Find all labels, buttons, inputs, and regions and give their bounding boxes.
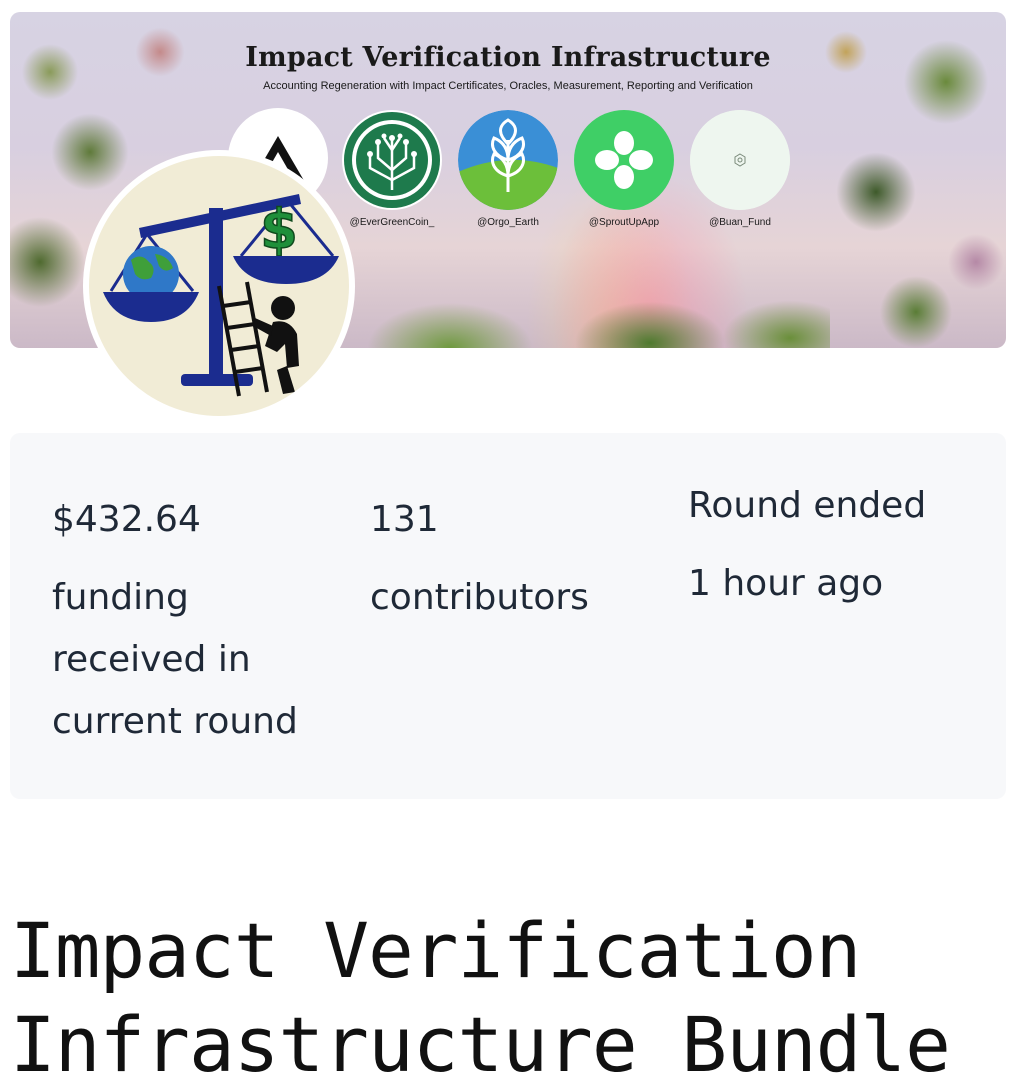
round-status-stat: Round ended 1 hour ago [688,475,988,615]
funding-amount: $432.64 [52,499,201,540]
banner-subtitle: Accounting Regeneration with Impact Cert… [263,80,753,92]
funding-label: funding received in current round [52,567,352,753]
round-status: Round ended [688,485,927,526]
funding-label-line: funding [52,577,189,618]
partner-handle-orgo-earth: @Orgo_Earth [477,217,539,228]
buan-fund-logo-icon [690,110,790,210]
project-avatar: $ [83,150,355,422]
evergreencoin-logo-icon [342,110,442,210]
banner-title: Impact Verification Infrastructure [245,42,771,73]
svg-text:$: $ [260,198,298,261]
partner-handle-sproutup: @SproutUpApp [588,217,660,228]
balance-scale-icon: $ [89,156,349,416]
funding-label-line: current round [52,701,298,742]
contributors-stat: 131 contributors [370,489,670,629]
contributors-count: 131 [370,499,439,540]
partner-handle-buan-fund: @Buan_Fund [709,217,771,228]
round-ended-time: 1 hour ago [688,563,884,604]
orgo-earth-logo-icon [458,110,558,210]
sproutup-logo-icon [574,110,674,210]
partner-handle-evergreencoin: @EverGreenCoin_ [349,217,435,228]
funding-stat: $432.64 funding received in current roun… [52,489,352,753]
project-title: Impact Verification Infrastructure Bundl… [10,906,951,1077]
project-page: Impact Verification Infrastructure Accou… [0,0,1012,1077]
round-stats-card: $432.64 funding received in current roun… [10,433,1006,799]
contributors-label: contributors [370,577,589,618]
funding-label-line: received in [52,639,251,680]
